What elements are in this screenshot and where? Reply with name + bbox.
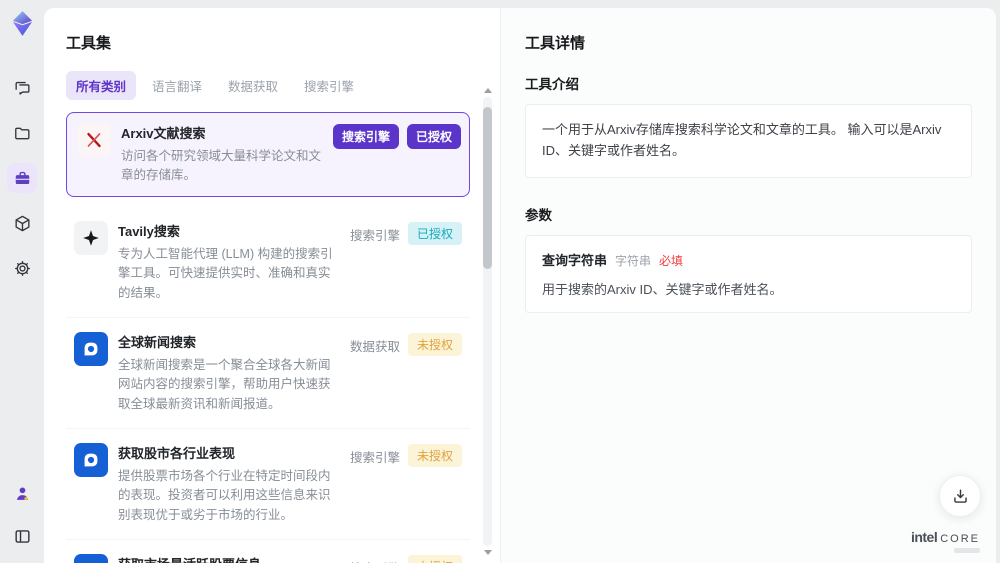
tab-搜索引擎[interactable]: 搜索引擎	[294, 71, 364, 100]
arxiv-logo-icon	[87, 132, 101, 148]
intel-core-sub-badge	[954, 548, 980, 553]
tool-category-label: 数据获取	[349, 339, 400, 354]
tab-数据获取[interactable]: 数据获取	[218, 71, 288, 100]
scrollbar-track[interactable]	[483, 97, 492, 546]
core-wordmark: core	[940, 533, 980, 545]
news-app-icon	[84, 342, 98, 356]
cube-icon[interactable]	[7, 208, 37, 238]
tool-name: Arxiv文献搜索	[121, 126, 206, 141]
app-sidebar	[0, 0, 44, 563]
tool-category-label: 搜索引擎	[332, 124, 399, 149]
collapse-panel-icon[interactable]	[7, 521, 37, 551]
tool-auth-badge: 未授权	[407, 555, 462, 563]
news-app-icon	[74, 554, 108, 563]
scroll-up-arrow-icon[interactable]	[484, 88, 492, 93]
tool-list: Arxiv文献搜索 访问各个研究领域大量科学论文和文章的存储库。 搜索引擎 已授…	[66, 112, 470, 563]
tool-body: Arxiv文献搜索 访问各个研究领域大量科学论文和文章的存储库。	[121, 123, 323, 186]
tool-meta: 搜索引擎 已授权	[350, 221, 462, 303]
tool-intro-card: 一个用于从Arxiv存储库搜索科学论文和文章的工具。 输入可以是Arxiv ID…	[525, 104, 972, 178]
tool-card[interactable]: 获取股市各行业表现 提供股票市场各个行业在特定时间段内的表现。投资者可以利用这些…	[66, 429, 470, 541]
news-app-icon	[74, 443, 108, 477]
tool-category-label: 搜索引擎	[349, 451, 400, 465]
tool-description: 专为人工智能代理 (LLM) 构建的搜索引擎工具。可快速提供实时、准确和真实的结…	[118, 246, 333, 300]
intel-wordmark: intel	[910, 529, 938, 545]
folder-icon[interactable]	[7, 118, 37, 148]
tavily-star-icon	[74, 220, 108, 255]
main-panel: 工具集 所有类别 语言翻译 数据获取 搜索引擎 Arxiv文献搜索 访问各个研究领域大…	[44, 8, 996, 563]
download-icon	[953, 488, 967, 503]
tool-meta: 搜索引擎 已授权	[332, 123, 461, 186]
tool-name: Tavily搜索	[118, 223, 180, 239]
param-name: 查询字符串	[542, 252, 608, 268]
param-required-badge: 必填	[659, 253, 684, 268]
params-heading: 参数	[525, 207, 552, 223]
tool-auth-badge: 已授权	[406, 124, 461, 149]
intro-heading: 工具介绍	[525, 77, 579, 92]
tool-category-label: 搜索引擎	[350, 555, 400, 563]
gem-logo-icon[interactable]	[9, 10, 36, 37]
tool-auth-badge: 未授权	[407, 332, 462, 356]
tool-card[interactable]: 全球新闻搜索 全球新闻搜索是一个聚合全球各大新闻网站内容的搜索引擎，帮助用户快速…	[66, 318, 470, 429]
tab-语言翻译[interactable]: 语言翻译	[142, 71, 212, 100]
list-scrollbar[interactable]	[483, 88, 492, 555]
param-head: 查询字符串 字符串 必填	[542, 250, 955, 269]
param-type: 字符串	[615, 253, 652, 268]
tool-description: 访问各个研究领域大量科学论文和文章的存储库。	[121, 149, 322, 183]
arxiv-logo-icon	[77, 123, 111, 157]
tool-name: 全球新闻搜索	[118, 334, 197, 350]
sidebar-nav	[7, 73, 37, 283]
tool-list-section: 工具集 所有类别 语言翻译 数据获取 搜索引擎 Arxiv文献搜索 访问各个研究领域大…	[44, 8, 500, 563]
tool-name: 获取市场最活跃股票信息	[118, 554, 340, 563]
detail-title: 工具详情	[525, 35, 586, 52]
tool-category-label: 搜索引擎	[349, 228, 400, 243]
tool-meta: 搜索引擎 未授权	[350, 443, 462, 525]
tool-body: Tavily搜索 专为人工智能代理 (LLM) 构建的搜索引擎工具。可快速提供实…	[118, 221, 340, 303]
tool-body: 获取市场最活跃股票信息 提供当天交易量最高的股票列表，投资者可以利用这些信息来识…	[118, 554, 340, 563]
param-card: 查询字符串 字符串 必填 用于搜索的Arxiv ID、关键字或作者姓名。	[525, 234, 972, 313]
settings-icon[interactable]	[7, 253, 37, 283]
tool-body: 获取股市各行业表现 提供股票市场各个行业在特定时间段内的表现。投资者可以利用这些…	[118, 443, 340, 525]
user-icon[interactable]	[7, 478, 37, 508]
tool-card[interactable]: 获取市场最活跃股票信息 提供当天交易量最高的股票列表，投资者可以利用这些信息来识…	[66, 540, 470, 563]
category-tabs: 所有类别 语言翻译 数据获取 搜索引擎	[66, 71, 476, 100]
tavily-star-icon	[83, 229, 99, 246]
tool-auth-badge: 已授权	[407, 221, 462, 245]
tool-card[interactable]: Arxiv文献搜索 访问各个研究领域大量科学论文和文章的存储库。 搜索引擎 已授…	[66, 112, 470, 197]
scroll-down-arrow-icon[interactable]	[484, 550, 492, 555]
page-title: 工具集	[66, 35, 112, 52]
tool-meta: 数据获取 未授权	[350, 332, 462, 414]
tool-description: 提供股票市场各个行业在特定时间段内的表现。投资者可以利用这些信息来识别表现优于或…	[118, 469, 331, 522]
news-app-icon	[84, 453, 98, 467]
tool-name: 获取股市各行业表现	[118, 446, 236, 461]
download-button[interactable]	[939, 475, 981, 517]
tool-auth-badge: 未授权	[407, 444, 462, 467]
tool-card[interactable]: Tavily搜索 专为人工智能代理 (LLM) 构建的搜索引擎工具。可快速提供实…	[66, 207, 470, 318]
sidebar-bottom	[7, 478, 37, 551]
param-description: 用于搜索的Arxiv ID、关键字或作者姓名。	[542, 281, 783, 297]
chat-icon[interactable]	[7, 73, 37, 103]
tool-description: 全球新闻搜索是一个聚合全球各大新闻网站内容的搜索引擎，帮助用户快速获取全球最新资…	[118, 357, 331, 411]
scrollbar-thumb[interactable]	[483, 107, 492, 269]
intel-core-logo: intel core	[911, 529, 980, 553]
tab-所有类别[interactable]: 所有类别	[66, 71, 137, 100]
tool-body: 全球新闻搜索 全球新闻搜索是一个聚合全球各大新闻网站内容的搜索引擎，帮助用户快速…	[118, 332, 340, 414]
news-app-icon	[74, 331, 108, 366]
tool-detail-section: 工具详情 工具介绍 一个用于从Arxiv存储库搜索科学论文和文章的工具。 输入可…	[500, 8, 996, 563]
toolbox-icon[interactable]	[7, 163, 37, 193]
tool-meta: 搜索引擎 未授权	[350, 554, 462, 563]
